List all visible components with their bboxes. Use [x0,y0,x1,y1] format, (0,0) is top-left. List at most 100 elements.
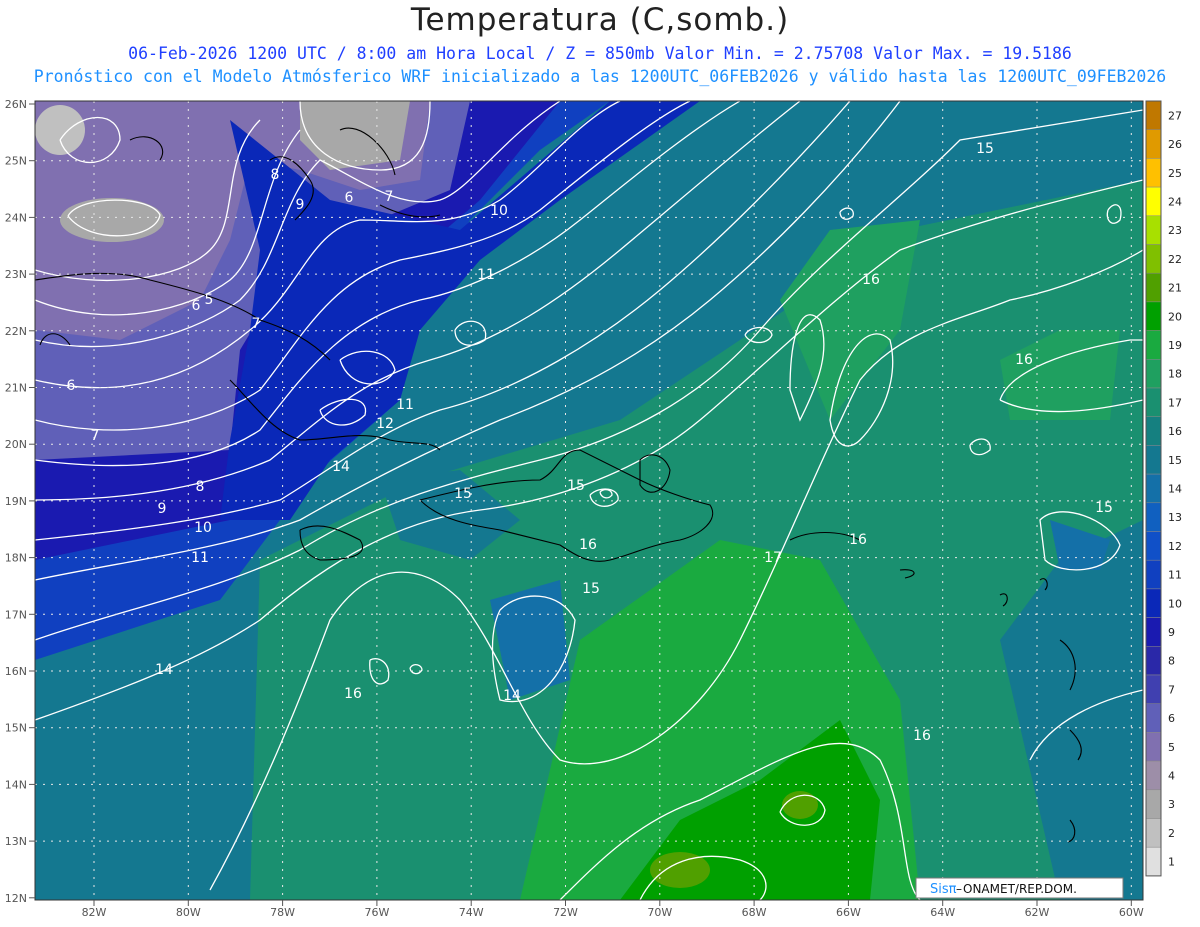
legend-swatch [1145,100,1162,130]
legend-label: 19 [1168,339,1182,352]
legend-label: 11 [1168,569,1182,582]
contour-label: 10 [490,203,508,219]
lat-label: 22N [5,325,27,338]
credit-box: Sisπ ONAMET/REP.DOM. – [915,877,1124,899]
legend-label: 9 [1168,626,1175,639]
legend-swatch [1145,387,1162,417]
legend-swatch [1145,359,1162,389]
temperature-map: 26N 25N 24N 23N 22N 21N 20N 19N 18N 17N 16N 15N 14N 1… [5,98,1182,919]
legend-swatch [1145,301,1162,331]
lat-label: 12N [5,892,27,905]
lat-label: 15N [5,722,27,735]
lon-label: 62W [1025,906,1050,919]
legend-label: 16 [1168,425,1182,438]
legend-swatch [1145,559,1162,590]
lat-label: 18N [5,552,27,565]
legend-label: 23 [1168,224,1182,237]
contour-label: 15 [976,141,994,157]
legend-swatch [1145,272,1162,303]
legend-label: 5 [1168,741,1175,754]
latitude-axis: 26N 25N 24N 23N 22N 21N 20N 19N 18N 17N 16N 15N 14N 1… [5,98,35,905]
credit-sis: Sisπ [930,882,957,897]
contour-label: 14 [503,688,521,704]
legend-label: 3 [1168,798,1175,811]
contour-label: 8 [196,479,205,495]
contour-label: 6 [345,190,354,206]
contour-label: 12 [376,416,394,432]
lon-label: 82W [82,906,107,919]
contour-label: 9 [296,197,305,213]
legend-swatch [1145,588,1162,618]
contour-label: 6 [192,298,201,314]
contour-label: 15 [567,478,585,494]
legend-swatch [1145,473,1162,504]
legend-swatch [1145,244,1162,274]
lat-label: 24N [5,211,27,224]
contour-label: 6 [67,378,76,394]
lat-label: 16N [5,665,27,678]
legend-swatch [1145,789,1162,819]
legend-label: 12 [1168,540,1182,553]
legend-label: 20 [1168,310,1182,323]
contour-label: 16 [849,532,867,548]
lon-label: 72W [553,906,578,919]
legend-label: 7 [1168,683,1175,696]
contour-label: 16 [1015,352,1033,368]
legend-label: 8 [1168,655,1175,668]
lon-label: 60W [1119,906,1144,919]
legend-label: 17 [1168,396,1182,409]
legend-swatch [1145,215,1162,245]
legend-swatch [1145,674,1162,704]
lat-label: 17N [5,608,27,621]
contour-label: 11 [191,550,209,566]
lat-label: 25N [5,155,27,168]
contour-label: 15 [454,486,472,502]
legend-label: 24 [1168,195,1182,208]
contour-label: 16 [862,272,880,288]
lon-label: 66W [836,906,861,919]
contour-label: 16 [579,537,597,553]
legend-label: 10 [1168,597,1182,610]
legend-label: 21 [1168,282,1182,295]
legend-swatch [1145,531,1162,561]
legend-swatch [1145,617,1162,647]
legend-label: 25 [1168,167,1182,180]
legend-swatch [1145,445,1162,475]
contour-label: 5 [205,292,214,308]
contour-label: 11 [396,397,414,413]
contour-label: 16 [913,728,931,744]
legend-label: 2 [1168,827,1175,840]
legend-label: 13 [1168,511,1182,524]
contour-label: 10 [194,520,212,536]
legend-swatch [1145,646,1162,676]
color-legend: 2726252423222120191817161514131211109876… [1145,100,1182,877]
lat-label: 20N [5,438,27,451]
legend-swatch [1145,129,1162,159]
lon-label: 68W [742,906,767,919]
lon-label: 74W [459,906,484,919]
lat-label: 26N [5,98,27,111]
legend-swatch [1145,502,1162,532]
contour-label: 14 [155,662,173,678]
longitude-axis: 82W 80W 78W 76W 74W 72W 70W 68W 66W 64W 62W 60W [82,900,1144,919]
legend-swatch [1145,760,1162,791]
legend-swatch [1145,846,1162,877]
lat-label: 23N [5,268,27,281]
contour-label: 8 [271,167,280,183]
legend-swatch [1145,158,1162,188]
contour-label: 7 [252,316,261,332]
contour-label: 17 [764,550,782,566]
legend-swatch [1145,732,1162,762]
credit-dash: – [956,882,962,896]
contour-label: 16 [344,686,362,702]
legend-label: 14 [1168,482,1182,495]
legend-swatch [1145,186,1162,217]
contour-label: 11 [477,267,495,283]
legend-swatch [1145,330,1162,360]
contour-label: 7 [385,189,394,205]
lon-label: 78W [270,906,295,919]
lat-label: 21N [5,382,27,395]
contour-label: 14 [332,459,350,475]
credit-org: ONAMET/REP.DOM. [963,882,1077,896]
lat-label: 14N [5,778,27,791]
